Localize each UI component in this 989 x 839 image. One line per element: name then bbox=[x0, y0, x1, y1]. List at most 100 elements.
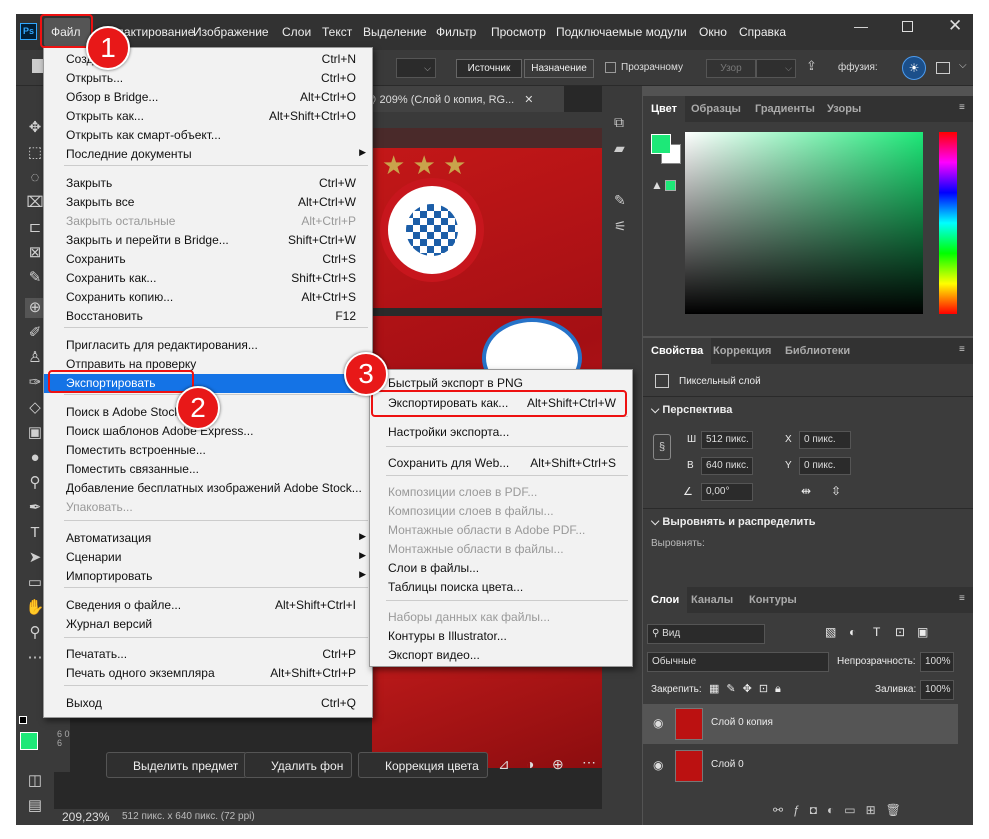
file-menu-item[interactable]: Закрыть все Alt+Ctrl+W bbox=[44, 193, 372, 212]
blend-mode-select[interactable]: Обычные bbox=[647, 652, 829, 672]
tab-swatches[interactable]: Образцы bbox=[683, 96, 749, 122]
width-field[interactable]: 512 пикс. bbox=[701, 431, 753, 449]
transparent-checkbox[interactable] bbox=[605, 62, 616, 73]
adjustment-icon[interactable]: ◐ bbox=[827, 803, 844, 817]
mask-icon[interactable]: ◘ bbox=[810, 803, 827, 817]
eye-icon[interactable]: ◉ bbox=[653, 758, 663, 772]
y-field[interactable]: 0 пикс. bbox=[799, 457, 851, 475]
file-menu-item[interactable]: Импортировать ▶ bbox=[44, 567, 372, 586]
close-icon[interactable]: ✕ bbox=[948, 16, 962, 36]
perspective-section[interactable]: ⌵ Перспектива bbox=[651, 404, 732, 417]
file-menu-item[interactable]: Восстановить F12 bbox=[44, 307, 372, 326]
brush-tool-icon[interactable]: ✐ bbox=[25, 323, 45, 343]
file-menu-item[interactable]: Последние документы ▶ bbox=[44, 145, 372, 164]
file-menu-item[interactable]: Закрыть и перейти в Bridge... Shift+Ctrl+… bbox=[44, 231, 372, 250]
file-menu-item[interactable]: Выход Ctrl+Q bbox=[44, 694, 372, 713]
flip-vertical-icon[interactable]: ⇳ bbox=[831, 484, 841, 498]
default-colors-icon[interactable] bbox=[19, 716, 27, 724]
tab-color[interactable]: Цвет bbox=[643, 96, 686, 122]
trash-icon[interactable]: 🗑︎ bbox=[886, 803, 911, 817]
path-select-icon[interactable]: ➤ bbox=[25, 548, 45, 568]
lightbulb-icon[interactable]: ☀ bbox=[902, 56, 926, 80]
file-menu-item[interactable]: Поместить связанные... bbox=[44, 460, 372, 479]
export-menu-item[interactable]: Таблицы поиска цвета... bbox=[370, 578, 632, 597]
maximize-icon[interactable] bbox=[902, 21, 913, 32]
file-menu-item[interactable]: Добавление бесплатных изображений Adobe … bbox=[44, 479, 372, 498]
export-menu-item[interactable]: Настройки экспорта... bbox=[370, 423, 632, 442]
tab-libraries[interactable]: Библиотеки bbox=[777, 338, 858, 364]
tab-paths[interactable]: Контуры bbox=[741, 587, 805, 613]
tab-patterns[interactable]: Узоры bbox=[819, 96, 869, 122]
history-icon[interactable]: ⧉ bbox=[614, 114, 624, 131]
zoom-tool-icon[interactable]: ⚲ bbox=[25, 623, 45, 643]
file-menu-item[interactable]: Пригласить для редактирования... bbox=[44, 336, 372, 355]
history-brush-icon[interactable]: ✑ bbox=[25, 373, 45, 393]
tab-channels[interactable]: Каналы bbox=[683, 587, 741, 613]
file-menu-item[interactable]: Открыть как... Alt+Shift+Ctrl+O bbox=[44, 107, 372, 126]
zoom-level[interactable]: 209,23% bbox=[62, 810, 109, 824]
group-icon[interactable]: ▭ bbox=[844, 803, 865, 817]
tool-preset-select[interactable]: ⌵ bbox=[396, 58, 436, 78]
pattern-swatch[interactable]: ⌵ bbox=[756, 59, 796, 78]
tab-close-icon[interactable]: ✕ bbox=[524, 94, 533, 106]
export-menu-item[interactable]: Экспорт видео... bbox=[370, 646, 632, 665]
foreground-color-swatch[interactable] bbox=[20, 732, 38, 750]
color-correction-button[interactable]: Коррекция цвета bbox=[358, 752, 488, 778]
flip-horizontal-icon[interactable]: ⇹ bbox=[801, 484, 811, 498]
file-menu-item[interactable]: Сценарии ▶ bbox=[44, 548, 372, 567]
healing-tool-icon[interactable]: ⊕ bbox=[25, 298, 45, 318]
lasso-tool-icon[interactable]: ◌ bbox=[25, 168, 45, 188]
export-menu-item[interactable]: Сохранить для Web... Alt+Shift+Ctrl+S bbox=[370, 454, 632, 473]
source-button[interactable]: Источник bbox=[456, 59, 522, 78]
rectangle-tool-icon[interactable]: ▭ bbox=[25, 573, 45, 593]
blur-tool-icon[interactable]: ● bbox=[25, 448, 45, 468]
x-field[interactable]: 0 пикс. bbox=[799, 431, 851, 449]
quick-mask-icon[interactable]: ◫ bbox=[25, 771, 45, 791]
panel-fg-swatch[interactable] bbox=[651, 134, 671, 154]
crop-tool-icon[interactable]: ⊏ bbox=[25, 218, 45, 238]
add-adjust-icon[interactable]: ⊕ bbox=[552, 756, 564, 773]
tab-adjustments[interactable]: Коррекция bbox=[705, 338, 779, 364]
comments-icon[interactable]: ▰ bbox=[614, 140, 625, 157]
filter-pixel-icon[interactable]: ▧ bbox=[825, 625, 836, 639]
menu-image[interactable]: Изображение bbox=[193, 25, 269, 39]
adjust-icon[interactable]: ⚟ bbox=[614, 218, 627, 235]
panel-menu-icon[interactable]: ≡ bbox=[959, 102, 965, 113]
share-icon[interactable]: ⇪ bbox=[806, 58, 817, 74]
eye-icon[interactable]: ◉ bbox=[653, 716, 663, 730]
new-layer-icon[interactable]: ⊞ bbox=[866, 803, 886, 817]
filter-smart-icon[interactable]: ▣ bbox=[917, 625, 928, 639]
file-menu-item[interactable]: Поместить встроенные... bbox=[44, 441, 372, 460]
brush-settings-icon[interactable]: ✎ bbox=[614, 192, 626, 209]
tab-layers[interactable]: Слои bbox=[643, 587, 688, 613]
filter-shape-icon[interactable]: ⊡ bbox=[895, 625, 905, 639]
layer-row[interactable]: ◉ Слой 0 копия bbox=[643, 704, 958, 744]
tab-gradients[interactable]: Градиенты bbox=[747, 96, 823, 122]
file-menu-item[interactable]: Закрыть Ctrl+W bbox=[44, 174, 372, 193]
tab-properties[interactable]: Свойства bbox=[643, 338, 712, 364]
menu-help[interactable]: Справка bbox=[739, 25, 786, 39]
pen-tool-icon[interactable]: ✒ bbox=[25, 498, 45, 518]
file-menu-item[interactable]: Печать одного экземпляра Alt+Shift+Ctrl+P bbox=[44, 664, 372, 683]
screen-mode-icon[interactable]: ▤ bbox=[25, 796, 45, 816]
chevron-down-icon[interactable]: ⌵ bbox=[959, 60, 967, 71]
select-subject-button[interactable]: Выделить предмет bbox=[106, 752, 248, 778]
hand-tool-icon[interactable]: ✋ bbox=[25, 598, 45, 618]
contrast-icon[interactable]: ◑ bbox=[526, 756, 534, 772]
file-menu-item[interactable]: Сохранить как... Shift+Ctrl+S bbox=[44, 269, 372, 288]
fx-icon[interactable]: ƒ bbox=[793, 803, 810, 817]
layer-filter-select[interactable]: ⚲ Вид bbox=[647, 624, 765, 644]
angle-field[interactable]: 0,00° bbox=[701, 483, 753, 501]
dodge-tool-icon[interactable]: ⚲ bbox=[25, 473, 45, 493]
panel-menu-icon[interactable]: ≡ bbox=[959, 593, 965, 604]
eraser-tool-icon[interactable]: ◇ bbox=[25, 398, 45, 418]
filter-adjust-icon[interactable]: ◐ bbox=[849, 625, 856, 639]
menu-type[interactable]: Текст bbox=[322, 25, 352, 39]
layer-row[interactable]: ◉ Слой 0 bbox=[643, 746, 958, 786]
move-tool-icon[interactable]: ✥ bbox=[25, 118, 45, 138]
transform-icon[interactable]: ⊿ bbox=[498, 756, 510, 773]
eyedropper-tool-icon[interactable]: ✎ bbox=[25, 268, 45, 288]
file-menu-item[interactable]: Автоматизация ▶ bbox=[44, 529, 372, 548]
file-menu-item[interactable]: Журнал версий bbox=[44, 615, 372, 634]
menu-filter[interactable]: Фильтр bbox=[436, 25, 476, 39]
